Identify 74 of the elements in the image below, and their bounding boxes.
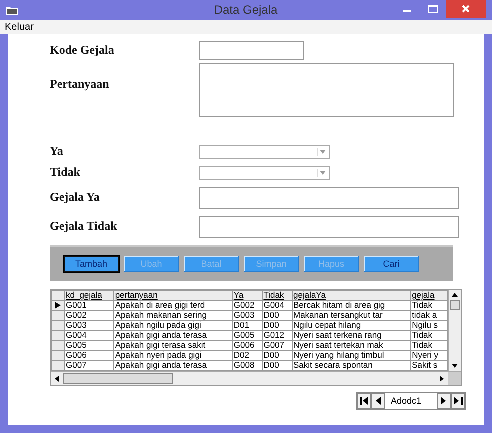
action-button[interactable]: Tambah [64,256,119,272]
table-cell: Nyeri saat terkena rang [292,330,411,340]
table-cell: Bercak hitam di area gig [292,300,411,310]
table-cell: G002 [232,300,262,310]
table-cell: Apakah makanan sering [114,310,232,320]
table-cell: Nyeri yang hilang timbul [292,350,411,360]
table-cell: G003 [232,310,262,320]
table-cell: G007 [262,340,292,350]
table-cell: Apakah ngilu pada gigi [114,320,232,330]
table-cell: G004 [262,300,292,310]
folder-icon [6,6,18,14]
table-cell: Makanan tersangkut tar [292,310,411,320]
text-area[interactable] [199,63,454,117]
table-cell: D00 [262,350,292,360]
field-label: Tidak [50,165,82,180]
next-record-button[interactable] [437,393,451,409]
field-label: Pertanyaan [50,77,110,92]
column-header: kd_gejala [64,290,114,300]
table-cell: G006 [232,340,262,350]
table-cell: Apakah nyeri pada gigi [114,350,232,360]
table-cell: G002 [64,310,114,320]
field-label: Gejala Tidak [50,219,118,234]
table-cell: Ngilu cepat hilang [292,320,411,330]
column-header: pertanyaan [114,290,232,300]
scrollbar-corner [448,372,461,385]
field-label: Ya [50,144,64,159]
close-icon [462,5,470,13]
table-cell: G003 [64,320,114,330]
current-row-icon [55,302,61,310]
table-cell: G001 [64,300,114,310]
column-header: gejala [410,290,448,300]
table-cell: G012 [262,330,292,340]
navigator-caption: Adodc1 [390,395,423,408]
maximize-icon [428,5,438,13]
field-label: Gejala Ya [50,190,101,205]
last-icon [454,397,462,405]
vertical-scrollbar[interactable] [448,290,461,371]
column-header: gejalaYa [292,290,411,300]
caret-icon [317,168,328,176]
table-cell: D01 [232,320,262,330]
scroll-thumb[interactable] [450,300,460,310]
table-cell: D02 [232,350,262,360]
close-button[interactable] [446,0,486,18]
table-cell: G005 [232,330,262,340]
input-field[interactable] [199,186,459,208]
previous-record-button[interactable] [371,393,385,409]
column-header: Tidak [262,290,292,300]
table-cell: Apakah di area gigi terd [114,300,232,310]
table-cell: D00 [262,310,292,320]
first-icon [360,397,368,405]
dropdown[interactable] [199,144,330,158]
table-cell: Apakah gigi terasa sakit [114,340,232,350]
menu-item[interactable]: Keluar [5,22,34,32]
dropdown[interactable] [199,166,330,180]
scroll-thumb[interactable] [63,373,173,384]
input-field[interactable] [199,41,304,60]
row-indicator[interactable] [52,300,64,310]
input-field[interactable] [199,216,459,238]
table-cell: Nyeri saat tertekan mak [292,340,411,350]
horizontal-scrollbar[interactable] [51,371,461,385]
table-cell: D00 [262,320,292,330]
window-title: Data Gejala [214,3,278,17]
table-cell: Apakah gigi anda terasa [114,330,232,340]
next-icon [441,397,447,405]
action-button[interactable]: Cari [364,256,419,272]
previous-icon [375,397,381,405]
field-label: Kode Gejala [50,43,116,58]
first-record-button[interactable] [357,393,371,409]
caret-icon [317,148,328,156]
last-record-button[interactable] [451,393,465,409]
table-cell: G006 [64,350,114,360]
column-header: Ya [232,290,262,300]
table-cell: G005 [64,340,114,350]
table-cell: G004 [64,330,114,340]
